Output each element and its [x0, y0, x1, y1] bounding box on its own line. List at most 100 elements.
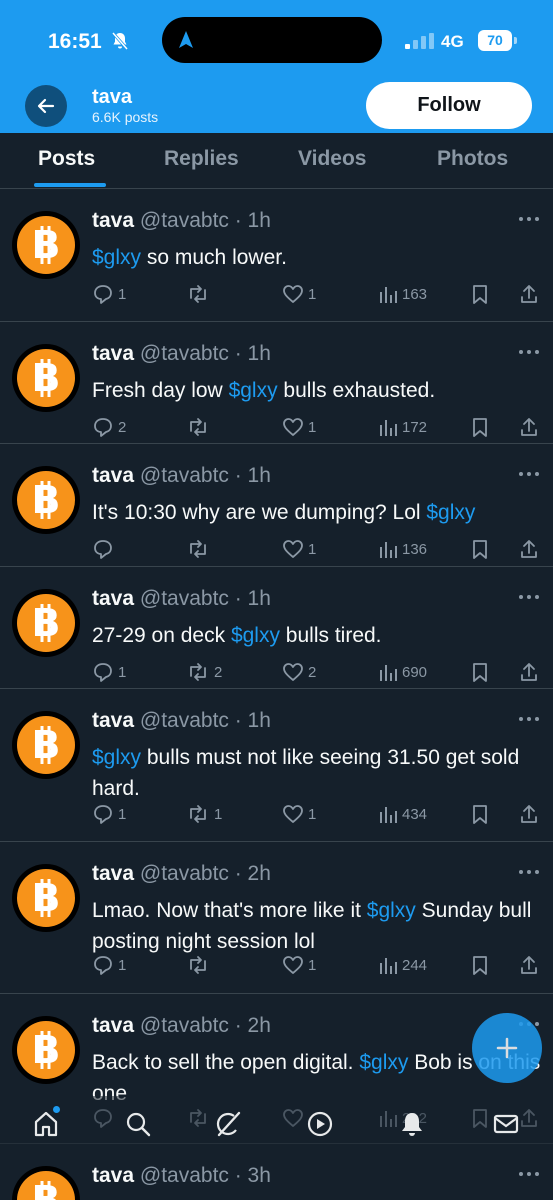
grok-icon[interactable] — [214, 1110, 242, 1138]
svg-text:B: B — [32, 876, 61, 920]
avatar[interactable]: B — [12, 711, 80, 779]
tweet[interactable]: Btava @tavabtc · 1h It's 10:30 why are we… — [0, 444, 553, 567]
views-count: 434 — [402, 805, 428, 823]
views-button[interactable]: 434 — [378, 803, 427, 825]
avatar[interactable]: B — [12, 344, 80, 412]
like-button[interactable]: 1 — [282, 283, 316, 305]
notifications-icon[interactable] — [398, 1110, 426, 1138]
repost-button[interactable]: 2 — [186, 661, 222, 683]
tab-posts[interactable]: Posts — [38, 147, 95, 171]
avatar[interactable]: B — [12, 589, 80, 657]
tab-photos[interactable]: Photos — [437, 147, 508, 171]
repost-button[interactable] — [186, 283, 214, 305]
views-button[interactable]: 244 — [378, 954, 427, 976]
more-options-icon[interactable] — [518, 344, 540, 354]
avatar[interactable]: B — [12, 466, 80, 534]
share-button[interactable] — [518, 954, 540, 976]
bookmark-button[interactable] — [470, 661, 490, 683]
like-button[interactable]: 1 — [282, 538, 316, 560]
cashtag-link[interactable]: $glxy — [92, 746, 141, 769]
reply-button[interactable]: 2 — [92, 416, 126, 438]
share-button[interactable] — [518, 416, 540, 438]
share-icon — [518, 283, 540, 305]
tweet-actions: 2 1 172 — [0, 416, 553, 442]
views-button[interactable]: 163 — [378, 283, 427, 305]
tweet-author-name: tava — [92, 464, 135, 487]
status-time: 16:51 — [48, 30, 102, 53]
messages-icon[interactable] — [492, 1110, 520, 1138]
tweet[interactable]: Btava @tavabtc · 1h 27-29 on deck $glxy b… — [0, 567, 553, 689]
views-button[interactable]: 690 — [378, 661, 427, 683]
bottom-navigation — [0, 1096, 553, 1156]
tweet-author-name: tava — [92, 342, 135, 365]
tweet[interactable]: Btava @tavabtc · 1h $glxy bulls must not … — [0, 689, 553, 842]
share-button[interactable] — [518, 661, 540, 683]
tweet[interactable]: Btava @tavabtc · 1h Fresh day low $glxy b… — [0, 322, 553, 444]
avatar[interactable]: B — [12, 1166, 80, 1200]
cashtag-link[interactable]: $glxy — [231, 624, 280, 647]
share-button[interactable] — [518, 538, 540, 560]
cashtag-link[interactable]: $glxy — [359, 1051, 408, 1074]
avatar[interactable]: B — [12, 1016, 80, 1084]
views-button[interactable]: 172 — [378, 416, 427, 438]
search-icon[interactable] — [124, 1110, 152, 1138]
repost-button[interactable] — [186, 538, 214, 560]
cashtag-link[interactable]: $glxy — [92, 246, 141, 269]
more-options-icon[interactable] — [518, 589, 540, 599]
navigation-arrow-icon — [179, 31, 193, 48]
like-button[interactable]: 1 — [282, 954, 316, 976]
bookmark-button[interactable] — [470, 538, 490, 560]
battery-level: 70 — [478, 30, 512, 51]
share-icon — [518, 538, 540, 560]
cashtag-link[interactable]: $glxy — [229, 379, 278, 402]
tweet-actions: 1 1 244 — [0, 954, 553, 980]
reply-button[interactable]: 1 — [92, 661, 126, 683]
tweet-text-segment: Back to sell the open digital. — [92, 1051, 360, 1074]
bookmark-button[interactable] — [470, 803, 490, 825]
share-button[interactable] — [518, 283, 540, 305]
follow-button[interactable]: Follow — [366, 82, 532, 129]
cashtag-link[interactable]: $glxy — [426, 501, 475, 524]
tab-videos[interactable]: Videos — [298, 147, 366, 171]
more-options-icon[interactable] — [518, 1166, 540, 1176]
bookmark-button[interactable] — [470, 954, 490, 976]
more-options-icon[interactable] — [518, 864, 540, 874]
reply-button[interactable]: 1 — [92, 954, 126, 976]
like-button[interactable]: 1 — [282, 416, 316, 438]
repost-button[interactable] — [186, 954, 214, 976]
svg-text:B: B — [32, 601, 61, 645]
tab-replies[interactable]: Replies — [164, 147, 239, 171]
tweet[interactable]: Btava @tavabtc · 1h $glxy so much lower. 1… — [0, 189, 553, 322]
reply-button[interactable]: 1 — [92, 803, 126, 825]
bookmark-button[interactable] — [470, 416, 490, 438]
spaces-icon[interactable] — [306, 1110, 334, 1138]
reply-button[interactable]: 1 — [92, 283, 126, 305]
avatar[interactable]: B — [12, 864, 80, 932]
profile-tabs: Posts Replies Videos Photos — [0, 133, 553, 189]
reply-button[interactable] — [92, 538, 118, 560]
share-button[interactable] — [518, 803, 540, 825]
repost-icon — [186, 283, 210, 305]
like-button[interactable]: 1 — [282, 803, 316, 825]
more-options-icon[interactable] — [518, 711, 540, 721]
avatar[interactable]: B — [12, 211, 80, 279]
cashtag-link[interactable]: $glxy — [367, 899, 416, 922]
more-options-icon[interactable] — [518, 211, 540, 221]
tweet-author-name: tava — [92, 1014, 135, 1037]
network-label: 4G — [441, 32, 464, 51]
repost-button[interactable]: 1 — [186, 803, 222, 825]
compose-button[interactable] — [472, 1013, 542, 1083]
views-icon — [378, 954, 398, 976]
repost-button[interactable] — [186, 416, 214, 438]
reply-icon — [92, 416, 114, 438]
back-button[interactable] — [25, 85, 67, 127]
bookmark-button[interactable] — [470, 283, 490, 305]
views-button[interactable]: 136 — [378, 538, 427, 560]
tweet[interactable]: Btava @tavabtc · 2h Lmao. Now that's more… — [0, 842, 553, 994]
more-options-icon[interactable] — [518, 466, 540, 476]
home-icon[interactable] — [32, 1110, 60, 1138]
like-button[interactable]: 2 — [282, 661, 316, 683]
repost-count: 2 — [214, 663, 223, 681]
tweet-handle-time: @tavabtc · 1h — [139, 709, 271, 732]
svg-text:B: B — [32, 478, 61, 522]
